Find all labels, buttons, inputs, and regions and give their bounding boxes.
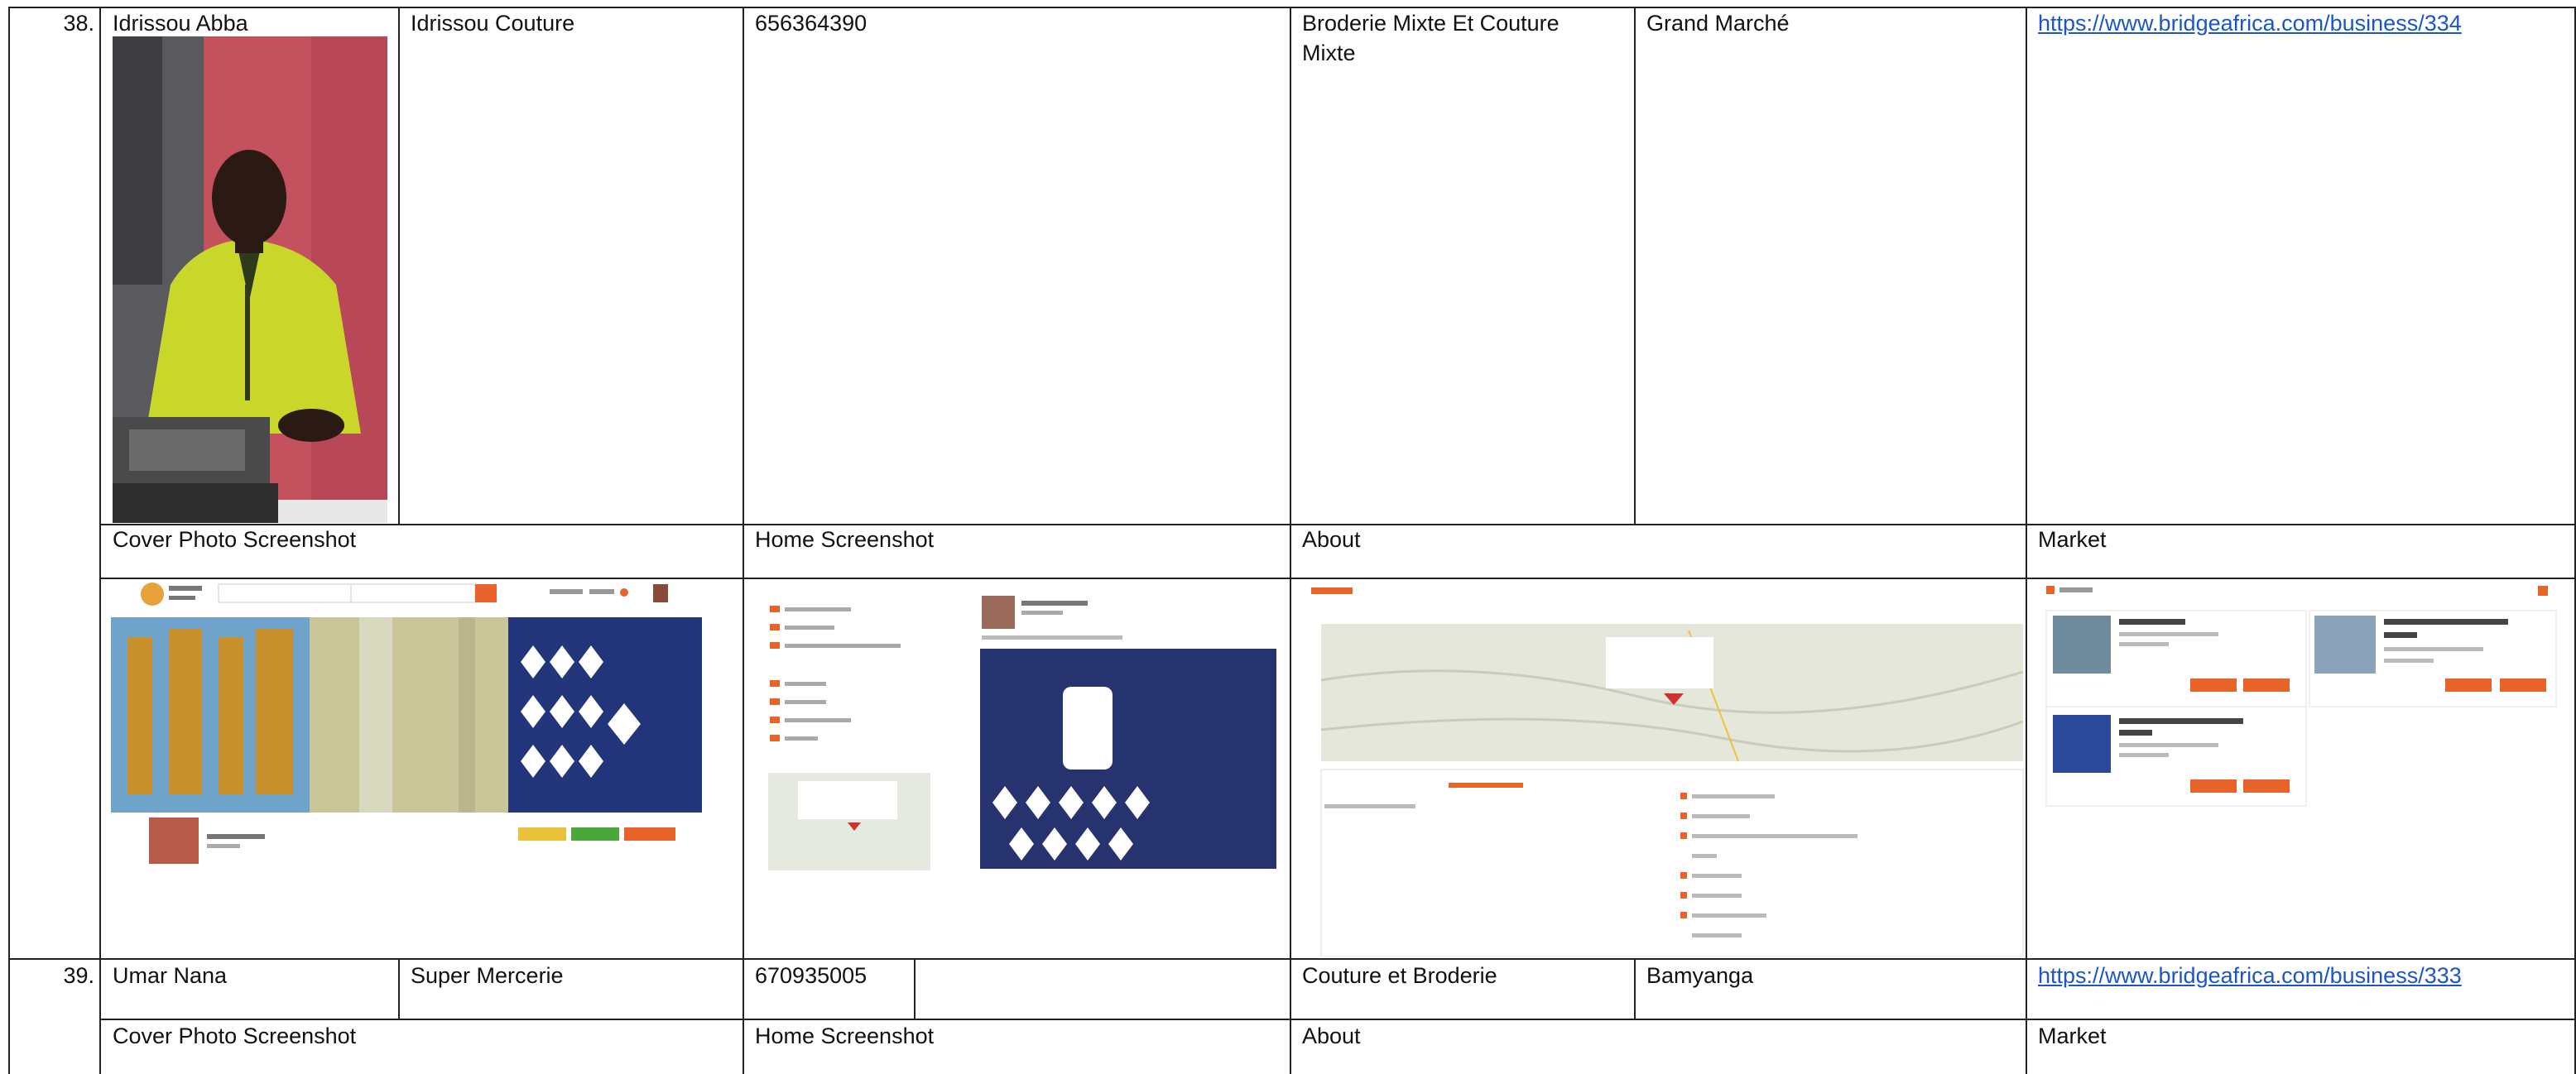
business-location: Bamyanga [1646,963,1754,988]
market-label: Market [2038,1024,2107,1048]
business-category: Broderie Mixte Et Couture Mixte [1302,11,1560,65]
about-label: About [1302,1024,1361,1048]
phone-number: 656364390 [755,11,867,36]
market-label: Market [2038,527,2107,552]
row-number: 38. [63,11,94,36]
home-screenshot-label: Home Screenshot [755,1024,935,1048]
home-screenshot-label: Home Screenshot [755,527,935,552]
cover-photo-screenshot [111,579,702,867]
home-screenshot [765,587,1280,872]
profile-link[interactable]: https://www.bridgeafrica.com/business/33… [2038,961,2462,990]
about-screenshot [1308,581,2025,957]
business-location: Grand Marché [1646,11,1790,36]
about-label: About [1302,527,1361,552]
owner-name: Idrissou Abba [113,11,248,36]
business-name: Super Mercerie [411,963,564,988]
row-number: 39. [63,963,94,988]
market-screenshot [2041,581,2561,809]
owner-name: Umar Nana [113,963,228,988]
cover-photo-label: Cover Photo Screenshot [113,1024,357,1048]
business-name: Idrissou Couture [411,11,575,36]
owner-photo [113,36,387,523]
profile-link[interactable]: https://www.bridgeafrica.com/business/33… [2038,8,2462,38]
business-category: Couture et Broderie [1302,963,1497,988]
phone-number: 670935005 [755,963,867,988]
cover-photo-label: Cover Photo Screenshot [113,527,357,552]
